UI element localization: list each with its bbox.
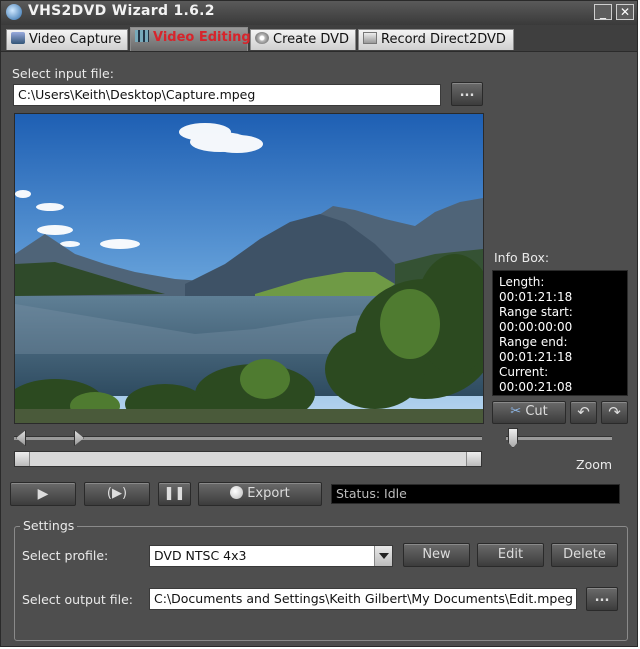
close-button[interactable]: ✕ — [616, 4, 634, 20]
input-file-label: Select input file: — [12, 66, 114, 81]
undo-icon: ↶ — [577, 403, 590, 421]
new-profile-button[interactable]: New — [403, 543, 470, 567]
undo-button[interactable]: ↶ — [570, 401, 597, 424]
redo-button[interactable]: ↷ — [601, 401, 628, 424]
cut-label: Cut — [525, 404, 548, 419]
timeline-track[interactable] — [14, 436, 482, 440]
input-file-field[interactable]: C:\Users\Keith\Desktop\Capture.mpeg — [13, 84, 441, 106]
status-bar: Status: Idle — [331, 484, 620, 504]
edit-profile-button[interactable]: Edit — [477, 543, 544, 567]
play-range-button[interactable]: (▶) — [84, 482, 150, 506]
info-line: Length: — [499, 275, 545, 289]
info-line: Range end: — [499, 335, 568, 349]
tab-label: Video Capture — [29, 32, 122, 47]
output-file-label: Select output file: — [22, 592, 133, 607]
app-icon — [6, 4, 22, 20]
info-line: Range start: — [499, 305, 573, 319]
window-title: VHS2DVD Wizard 1.6.2 — [28, 3, 215, 19]
output-file-field[interactable]: C:\Documents and Settings\Keith Gilbert\… — [149, 588, 577, 610]
info-line: 00:01:21:18 — [499, 350, 573, 364]
tab-video-capture[interactable]: Video Capture — [6, 29, 128, 50]
tab-record-direct2dvd[interactable]: Record Direct2DVD — [358, 29, 514, 50]
tab-label: Create DVD — [273, 32, 350, 47]
export-button[interactable]: Export — [198, 482, 322, 506]
zoom-label: Zoom — [576, 457, 613, 472]
scroll-left-button[interactable] — [15, 452, 30, 466]
info-line: 00:01:21:18 — [499, 290, 573, 304]
pause-icon: ❚❚ — [163, 486, 186, 501]
info-line: 00:00:00:00 — [499, 320, 573, 334]
zoom-track[interactable] — [506, 436, 612, 440]
minimize-button[interactable]: _ — [594, 4, 612, 20]
redo-icon: ↷ — [608, 403, 621, 421]
profile-label: Select profile: — [22, 548, 109, 563]
scissors-icon: ✂ — [510, 404, 522, 419]
profile-select[interactable]: DVD NTSC 4x3 — [149, 545, 393, 567]
tab-create-dvd[interactable]: Create DVD — [250, 29, 356, 50]
tab-label: Video Editing — [153, 30, 251, 45]
play-range-icon: (▶) — [106, 486, 128, 501]
info-box-title: Info Box: — [494, 250, 550, 265]
video-preview — [14, 113, 484, 424]
tab-video-editing[interactable]: Video Editing — [130, 27, 251, 51]
pause-button[interactable]: ❚❚ — [158, 482, 191, 506]
delete-profile-button[interactable]: Delete — [551, 543, 618, 567]
video-capture-icon — [11, 32, 25, 44]
disc-icon — [255, 32, 269, 44]
profile-value: DVD NTSC 4x3 — [154, 548, 247, 563]
browse-output-button[interactable]: ... — [586, 587, 618, 611]
browse-input-button[interactable]: ... — [451, 82, 483, 106]
timeline-scrollbar[interactable] — [14, 451, 482, 467]
cut-button[interactable]: ✂ Cut — [492, 401, 566, 424]
scroll-right-button[interactable] — [466, 452, 481, 466]
chevron-down-icon[interactable] — [374, 546, 392, 566]
settings-legend: Settings — [20, 518, 78, 533]
info-line: 00:00:21:08 — [499, 380, 573, 394]
info-line: Current: — [499, 365, 549, 379]
record-icon — [363, 32, 377, 44]
export-icon — [230, 486, 244, 499]
tab-label: Record Direct2DVD — [381, 32, 506, 47]
play-button[interactable]: ▶ — [10, 482, 76, 506]
play-icon: ▶ — [37, 486, 49, 502]
export-label: Export — [247, 486, 290, 501]
film-icon — [135, 30, 149, 42]
info-box: Length: 00:01:21:18 Range start: 00:00:0… — [492, 270, 628, 396]
